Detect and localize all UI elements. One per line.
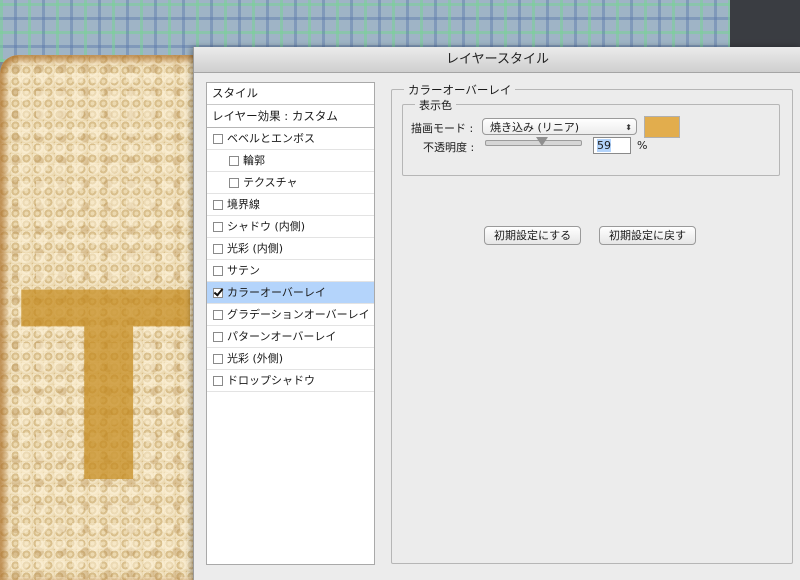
style-list-header[interactable]: スタイル: [207, 83, 374, 105]
bread-overlay-letter: T: [20, 260, 190, 541]
checkbox-icon[interactable]: [213, 133, 223, 144]
layer-style-dialog: レイヤースタイル スタイル レイヤー効果 : カスタム ベベルとエンボス輪郭テク…: [193, 47, 800, 580]
checkbox-icon[interactable]: [229, 177, 239, 188]
reset-to-default-button[interactable]: 初期設定に戻す: [599, 226, 696, 245]
panel-title: カラーオーバーレイ: [404, 82, 516, 98]
checkbox-icon[interactable]: [213, 309, 223, 320]
style-item[interactable]: テクスチャ: [207, 172, 374, 194]
checkbox-icon[interactable]: [213, 221, 223, 232]
color-overlay-panel: カラーオーバーレイ 表示色 描画モード : 焼き込み (リニア) ⬍ 不透明度 …: [391, 82, 793, 564]
checkbox-icon[interactable]: [229, 155, 239, 166]
style-item[interactable]: 光彩 (内側): [207, 238, 374, 260]
style-item[interactable]: 光彩 (外側): [207, 348, 374, 370]
make-default-button[interactable]: 初期設定にする: [484, 226, 582, 245]
checkbox-checked-icon[interactable]: [213, 287, 223, 298]
style-item[interactable]: シャドウ (内側): [207, 216, 374, 238]
style-item[interactable]: パターンオーバーレイ: [207, 326, 374, 348]
style-item-label: 境界線: [227, 198, 260, 211]
style-item-label: パターンオーバーレイ: [227, 330, 337, 343]
style-item-label: ベベルとエンボス: [227, 132, 315, 145]
color-group: 表示色 描画モード : 焼き込み (リニア) ⬍ 不透明度 : 59 %: [402, 97, 780, 176]
style-item-label: サテン: [227, 264, 260, 277]
style-item-label: テクスチャ: [243, 176, 298, 189]
opacity-label: 不透明度 :: [423, 141, 475, 154]
style-list: スタイル レイヤー効果 : カスタム ベベルとエンボス輪郭テクスチャ境界線シャド…: [206, 82, 375, 565]
style-item-label: シャドウ (内側): [227, 220, 306, 233]
opacity-slider[interactable]: [485, 137, 582, 146]
blend-mode-value: 焼き込み (リニア): [490, 121, 580, 134]
canvas-bread-image: T: [0, 55, 200, 580]
select-arrows-icon: ⬍: [625, 123, 632, 132]
style-item[interactable]: ドロップシャドウ: [207, 370, 374, 392]
opacity-input[interactable]: 59: [593, 137, 631, 154]
style-item[interactable]: ベベルとエンボス: [207, 128, 374, 150]
dialog-title[interactable]: レイヤースタイル: [194, 47, 800, 73]
overlay-color-swatch[interactable]: [644, 116, 680, 138]
style-item-label: カラーオーバーレイ: [227, 286, 326, 299]
checkbox-icon[interactable]: [213, 199, 223, 210]
opacity-value: 59: [597, 139, 611, 152]
style-item[interactable]: カラーオーバーレイ: [207, 282, 374, 304]
style-item[interactable]: サテン: [207, 260, 374, 282]
color-group-title: 表示色: [415, 97, 456, 113]
style-item-label: 光彩 (内側): [227, 242, 284, 255]
checkbox-icon[interactable]: [213, 243, 223, 254]
style-item-label: グラデーションオーバーレイ: [227, 308, 370, 321]
blend-mode-label: 描画モード :: [411, 122, 474, 135]
checkbox-icon[interactable]: [213, 375, 223, 386]
style-item[interactable]: 境界線: [207, 194, 374, 216]
blend-mode-select[interactable]: 焼き込み (リニア) ⬍: [482, 118, 637, 135]
canvas-dark-area: [730, 0, 800, 48]
checkbox-icon[interactable]: [213, 331, 223, 342]
layer-effects-header[interactable]: レイヤー効果 : カスタム: [207, 105, 374, 128]
style-item[interactable]: グラデーションオーバーレイ: [207, 304, 374, 326]
opacity-unit: %: [637, 139, 648, 152]
style-item-label: 光彩 (外側): [227, 352, 284, 365]
style-item-label: 輪郭: [243, 154, 265, 167]
style-item[interactable]: 輪郭: [207, 150, 374, 172]
checkbox-icon[interactable]: [213, 265, 223, 276]
style-list-items: ベベルとエンボス輪郭テクスチャ境界線シャドウ (内側) 光彩 (内側) サテンカラー…: [207, 128, 374, 392]
checkbox-icon[interactable]: [213, 353, 223, 364]
opacity-slider-thumb[interactable]: [536, 137, 549, 146]
style-item-label: ドロップシャドウ: [227, 374, 315, 387]
